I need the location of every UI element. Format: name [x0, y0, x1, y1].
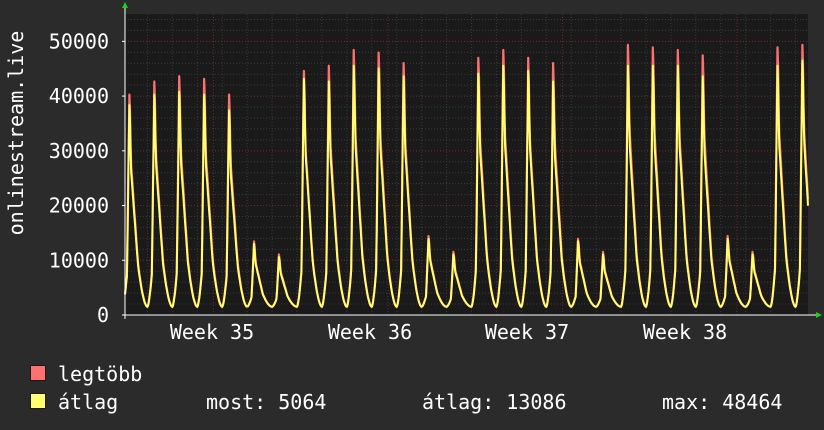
x-tick-label: Week 36 — [328, 320, 412, 344]
y-tick-label: 10000 — [49, 248, 109, 272]
y-tick-labels: 0 10000 20000 30000 40000 50000 — [49, 29, 109, 327]
stat-average: átlag: 13086 — [422, 390, 567, 414]
y-tick-label: 40000 — [49, 84, 109, 108]
y-tick-label: 30000 — [49, 139, 109, 163]
legend-swatch-avg — [30, 393, 46, 409]
x-tick-label: Week 37 — [485, 320, 569, 344]
x-axis-arrow — [816, 312, 822, 318]
y-axis-label: onlinestream.live — [4, 30, 28, 236]
y-tick-label: 20000 — [49, 194, 109, 218]
x-tick-label: Week 38 — [643, 320, 727, 344]
y-tick-label: 50000 — [49, 29, 109, 53]
x-tick-label: Week 35 — [170, 320, 254, 344]
legend-label-max: legtöbb — [58, 362, 143, 386]
stat-maximum: max: 48464 — [662, 390, 783, 414]
chart: 01000020000300004000050000 Week 35 Week 3… — [49, 2, 822, 344]
x-tick-labels: Week 35 Week 36 Week 37 Week 38 — [170, 320, 727, 344]
legend-swatch-max — [30, 365, 46, 381]
stat-current: most: 5064 — [206, 390, 327, 414]
legend-label-avg: átlag — [58, 390, 119, 414]
y-axis-arrow — [122, 2, 128, 8]
y-tick-label: 0 — [97, 303, 109, 327]
